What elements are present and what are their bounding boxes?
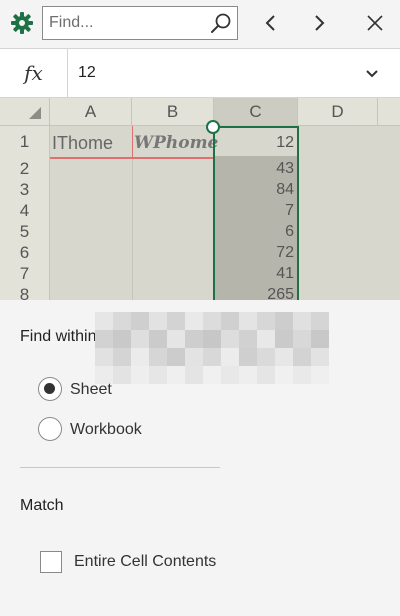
section-divider	[20, 467, 220, 468]
chevron-left-icon[interactable]	[260, 12, 282, 34]
select-all-icon	[29, 107, 41, 119]
cell-b1[interactable]: WPhome	[134, 129, 218, 157]
pixelated-redaction	[95, 312, 345, 388]
chevron-down-icon[interactable]	[362, 64, 382, 84]
selection-handle[interactable]	[206, 120, 220, 134]
column-header-b[interactable]: B	[132, 98, 214, 126]
column-header-c[interactable]: C	[214, 98, 298, 126]
formula-input[interactable]: 12	[78, 49, 96, 97]
row-header-6[interactable]: 6	[0, 242, 50, 263]
row-header-5[interactable]: 5	[0, 221, 50, 242]
selection-border	[213, 126, 299, 300]
row-header-2[interactable]: 2	[0, 158, 50, 179]
function-icon[interactable]: fx	[0, 49, 68, 97]
sheet-radio-label[interactable]: Sheet	[70, 381, 112, 399]
row-header-4[interactable]: 4	[0, 200, 50, 221]
match-heading: Match	[20, 497, 64, 514]
formula-bar: fx 12	[0, 48, 400, 98]
cell-border-highlight	[132, 126, 133, 158]
column-header-a[interactable]: A	[50, 98, 132, 126]
spreadsheet-grid: A B C D 1 2 3 4 5 6 7 8 IThome WPhome 12…	[0, 98, 400, 300]
row-header-8[interactable]: 8	[0, 284, 50, 300]
find-within-heading: Find within	[20, 328, 97, 345]
column-header-d[interactable]: D	[298, 98, 378, 126]
close-icon[interactable]	[364, 12, 386, 34]
row-header-3[interactable]: 3	[0, 179, 50, 200]
chevron-right-icon[interactable]	[308, 12, 330, 34]
workbook-radio[interactable]	[38, 417, 62, 441]
sheet-radio[interactable]	[38, 377, 62, 401]
gear-icon[interactable]	[10, 11, 34, 35]
column-header-e[interactable]	[378, 98, 400, 126]
row-header-7[interactable]: 7	[0, 263, 50, 284]
entire-cell-contents-checkbox[interactable]	[40, 551, 62, 573]
search-input[interactable]	[49, 7, 199, 39]
search-icon[interactable]	[209, 11, 233, 35]
search-box[interactable]	[42, 6, 238, 40]
find-toolbar	[0, 0, 400, 48]
entire-cell-contents-label[interactable]: Entire Cell Contents	[74, 553, 216, 571]
row-header-1[interactable]: 1	[0, 126, 50, 158]
workbook-radio-label[interactable]: Workbook	[70, 421, 142, 439]
cell-a1[interactable]: IThome	[52, 129, 132, 157]
select-all-corner[interactable]	[0, 98, 50, 126]
